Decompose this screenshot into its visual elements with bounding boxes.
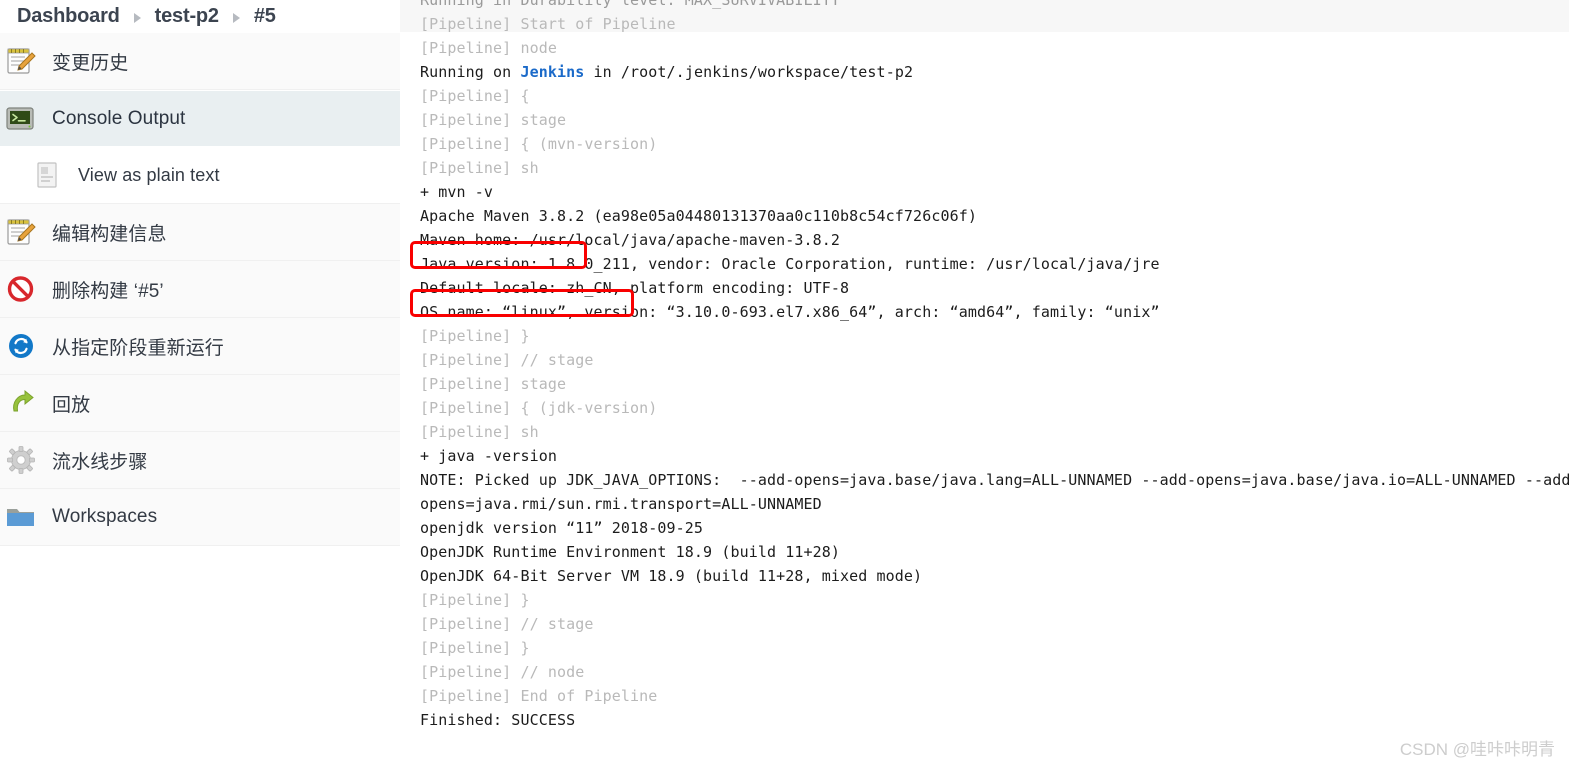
log-line-openjdk-vm: OpenJDK 64-Bit Server VM 18.9 (build 11+…	[420, 567, 923, 585]
log-line: [Pipeline] }	[420, 327, 530, 345]
log-line: [Pipeline] { (jdk-version)	[420, 399, 658, 417]
log-line-running-on: Running on Jenkins in /root/.jenkins/wor…	[420, 60, 1569, 84]
log-line: [Pipeline] sh	[420, 423, 539, 441]
log-line: [Pipeline] sh	[420, 159, 539, 177]
console-terminal-icon	[4, 102, 38, 136]
rerun-refresh-icon	[4, 329, 38, 363]
sidebar-item-label: 编辑构建信息	[52, 223, 167, 245]
log-line: [Pipeline] { (mvn-version)	[420, 135, 658, 153]
sidebar-item-label: View as plain text	[78, 164, 220, 185]
log-line: [Pipeline] }	[420, 639, 530, 657]
log-line-jdk-java-options: NOTE: Picked up JDK_JAVA_OPTIONS: --add-…	[420, 471, 1569, 489]
log-line: [Pipeline] node	[420, 39, 557, 57]
log-line: [Pipeline] stage	[420, 111, 567, 129]
sidebar-item-label: 删除构建 ‘#5’	[52, 280, 164, 302]
log-line: [Pipeline] stage	[420, 375, 567, 393]
breadcrumb-separator-icon	[133, 12, 141, 23]
breadcrumb: Dashboard test-p2 #5	[0, 0, 400, 33]
log-line: Running in Durability level: MAX_SURVIVA…	[420, 0, 841, 9]
log-line-jdk-java-options-cont: opens=java.rmi/sun.rmi.transport=ALL-UNN…	[420, 495, 822, 513]
jenkins-console-page: Dashboard test-p2 #5 变更历史 Console Output…	[0, 0, 1569, 770]
sidebar: 变更历史 Console Output View as plain text 编…	[0, 33, 400, 770]
sidebar-item-replay[interactable]: 回放	[0, 375, 400, 432]
log-line-os-name: OS name: “linux”, version: “3.10.0-693.e…	[420, 303, 1160, 321]
log-line-java-version: Java version: 1.8.0_211, vendor: Oracle …	[420, 255, 1160, 273]
log-line: [Pipeline] End of Pipeline	[420, 687, 658, 705]
delete-forbidden-icon	[4, 272, 38, 306]
log-line: [Pipeline] // node	[420, 663, 585, 681]
log-text-prefix: Running on	[420, 63, 521, 81]
sidebar-item-console-output[interactable]: Console Output	[0, 90, 400, 147]
breadcrumb-item-dashboard[interactable]: Dashboard	[17, 5, 120, 28]
notepad-pencil-icon	[4, 44, 38, 78]
sidebar-item-edit-build-information[interactable]: 编辑构建信息	[0, 204, 400, 261]
sidebar-item-change-history[interactable]: 变更历史	[0, 33, 400, 90]
sidebar-item-label: 流水线步骤	[52, 451, 148, 473]
log-line: [Pipeline] }	[420, 591, 530, 609]
log-line: [Pipeline] {	[420, 87, 530, 105]
log-line-finished-status: Finished: SUCCESS	[420, 711, 576, 729]
sidebar-item-delete-build[interactable]: 删除构建 ‘#5’	[0, 261, 400, 318]
log-line-maven-version: Apache Maven 3.8.2 (ea98e05a04480131370a…	[420, 207, 977, 225]
log-line: [Pipeline] // stage	[420, 351, 594, 369]
jenkins-node-link[interactable]: Jenkins	[520, 63, 584, 81]
log-text-suffix: in /root/.jenkins/workspace/test-p2	[584, 63, 914, 81]
log-line-default-locale: Default locale: zh_CN, platform encoding…	[420, 279, 850, 297]
sidebar-item-view-as-plain-text[interactable]: View as plain text	[0, 147, 400, 204]
sidebar-item-pipeline-steps[interactable]: 流水线步骤	[0, 432, 400, 489]
log-line: + java -version	[420, 447, 557, 465]
log-line: [Pipeline] Start of Pipeline	[420, 15, 676, 33]
log-line-maven-home: Maven home: /usr/local/java/apache-maven…	[420, 231, 841, 249]
log-line: + mvn -v	[420, 183, 494, 201]
replay-arrow-icon	[4, 386, 38, 420]
breadcrumb-item-job[interactable]: test-p2	[155, 5, 219, 28]
console-output-panel[interactable]: Running in Durability level: MAX_SURVIVA…	[400, 0, 1569, 770]
sidebar-item-label: Console Output	[52, 107, 186, 129]
sidebar-empty-area	[0, 581, 400, 770]
sidebar-item-restart-from-stage[interactable]: 从指定阶段重新运行	[0, 318, 400, 375]
breadcrumb-separator-icon	[232, 12, 240, 23]
sidebar-item-label: Workspaces	[52, 506, 158, 527]
log-line-openjdk-version: openjdk version “11” 2018-09-25	[420, 519, 704, 537]
sidebar-item-label: 从指定阶段重新运行	[52, 337, 224, 359]
folder-icon	[4, 500, 38, 534]
log-line-openjdk-runtime: OpenJDK Runtime Environment 18.9 (build …	[420, 543, 841, 561]
notepad-pencil-icon	[4, 215, 38, 249]
log-line: [Pipeline] // stage	[420, 615, 594, 633]
gear-icon	[4, 443, 38, 477]
breadcrumb-item-build[interactable]: #5	[254, 5, 276, 28]
sidebar-item-label: 变更历史	[52, 52, 129, 74]
csdn-watermark: CSDN @哇咔咔明青	[1399, 740, 1555, 759]
document-page-icon	[30, 158, 64, 192]
sidebar-item-label: 回放	[52, 394, 91, 416]
sidebar-item-workspaces[interactable]: Workspaces	[0, 489, 400, 546]
